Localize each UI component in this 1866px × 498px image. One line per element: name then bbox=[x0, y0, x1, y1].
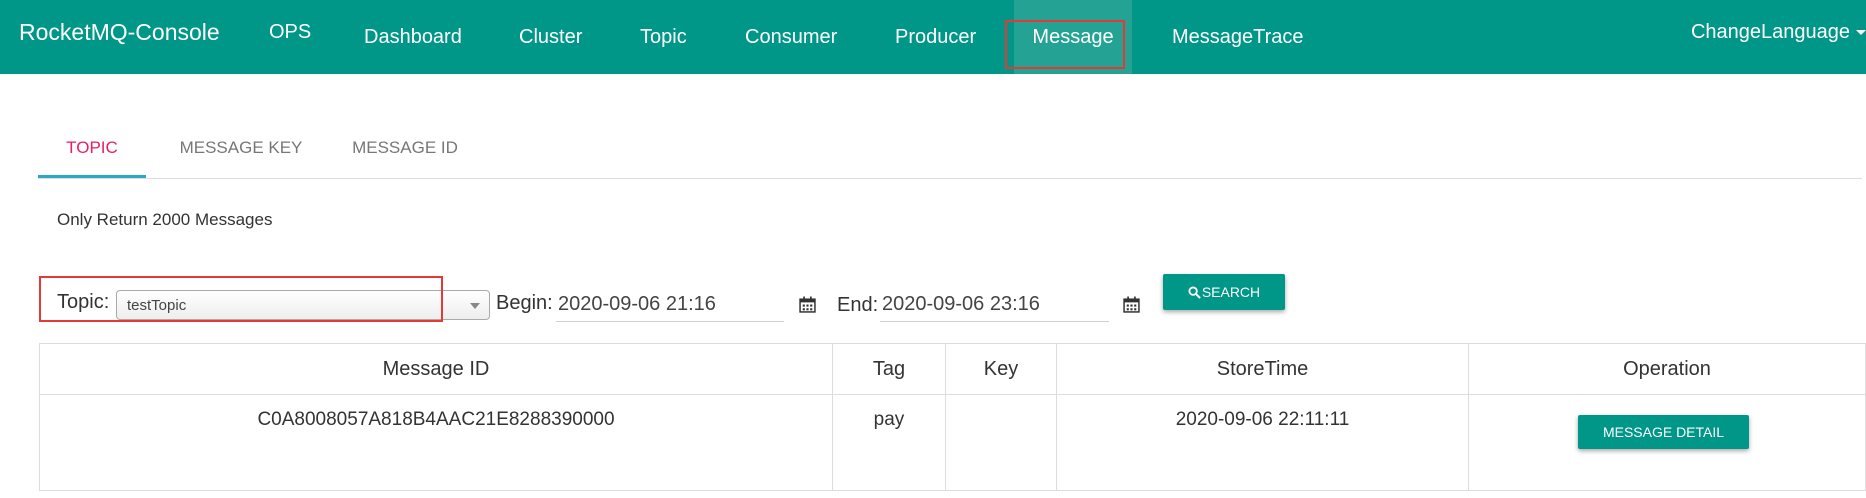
nav-message[interactable]: Message bbox=[1014, 0, 1132, 74]
topic-select[interactable]: testTopic bbox=[116, 290, 490, 320]
cell-store-time: 2020-09-06 22:11:11 bbox=[1056, 394, 1469, 491]
header-tag: Tag bbox=[832, 343, 946, 395]
dropdown-arrow-icon bbox=[470, 303, 480, 309]
header-message-id: Message ID bbox=[39, 343, 833, 395]
nav-cluster[interactable]: Cluster bbox=[519, 0, 582, 74]
search-button[interactable]: SEARCH bbox=[1163, 274, 1285, 310]
nav-consumer[interactable]: Consumer bbox=[745, 0, 837, 74]
change-language-label: ChangeLanguage bbox=[1690, 21, 1850, 43]
end-date-input[interactable]: 2020-09-06 23:16 bbox=[880, 288, 1109, 322]
search-button-label: SEARCH bbox=[1201, 284, 1261, 300]
search-mode-tabs: TOPIC MESSAGE KEY MESSAGE ID bbox=[38, 122, 1862, 179]
topic-select-value: testTopic bbox=[127, 297, 187, 314]
change-language-dropdown[interactable]: ChangeLanguage bbox=[1691, 0, 1866, 64]
begin-date-input[interactable]: 2020-09-06 21:16 bbox=[556, 288, 784, 322]
top-navbar: RocketMQ-Console OPS Dashboard Cluster T… bbox=[0, 0, 1866, 74]
nav-producer[interactable]: Producer bbox=[895, 0, 976, 74]
brand-title[interactable]: RocketMQ-Console bbox=[19, 19, 220, 46]
cell-key bbox=[945, 394, 1057, 491]
nav-dashboard[interactable]: Dashboard bbox=[364, 0, 462, 74]
cell-tag: pay bbox=[832, 394, 946, 491]
nav-topic[interactable]: Topic bbox=[640, 0, 687, 74]
tab-message-id[interactable]: MESSAGE ID bbox=[340, 122, 470, 178]
cell-message-id: C0A8008057A818B4AAC21E8288390000 bbox=[39, 394, 833, 491]
end-label: End: bbox=[837, 294, 879, 316]
caret-down-icon bbox=[1856, 30, 1866, 36]
topic-label: Topic: bbox=[57, 291, 110, 313]
message-detail-button[interactable]: MESSAGE DETAIL bbox=[1578, 415, 1749, 449]
table-header-row: Message ID Tag Key StoreTime Operation bbox=[39, 343, 1866, 395]
tab-message-key[interactable]: MESSAGE KEY bbox=[166, 122, 316, 178]
begin-label: Begin: bbox=[496, 292, 553, 314]
nav-message-trace[interactable]: MessageTrace bbox=[1172, 0, 1304, 74]
calendar-icon[interactable] bbox=[799, 296, 816, 313]
result-limit-notice: Only Return 2000 Messages bbox=[57, 210, 273, 229]
header-store-time: StoreTime bbox=[1056, 343, 1469, 395]
header-operation: Operation bbox=[1468, 343, 1866, 395]
search-icon bbox=[1188, 286, 1201, 299]
tab-topic[interactable]: TOPIC bbox=[38, 122, 146, 178]
calendar-icon[interactable] bbox=[1123, 296, 1140, 313]
nav-ops[interactable]: OPS bbox=[269, 0, 311, 74]
header-key: Key bbox=[945, 343, 1057, 395]
